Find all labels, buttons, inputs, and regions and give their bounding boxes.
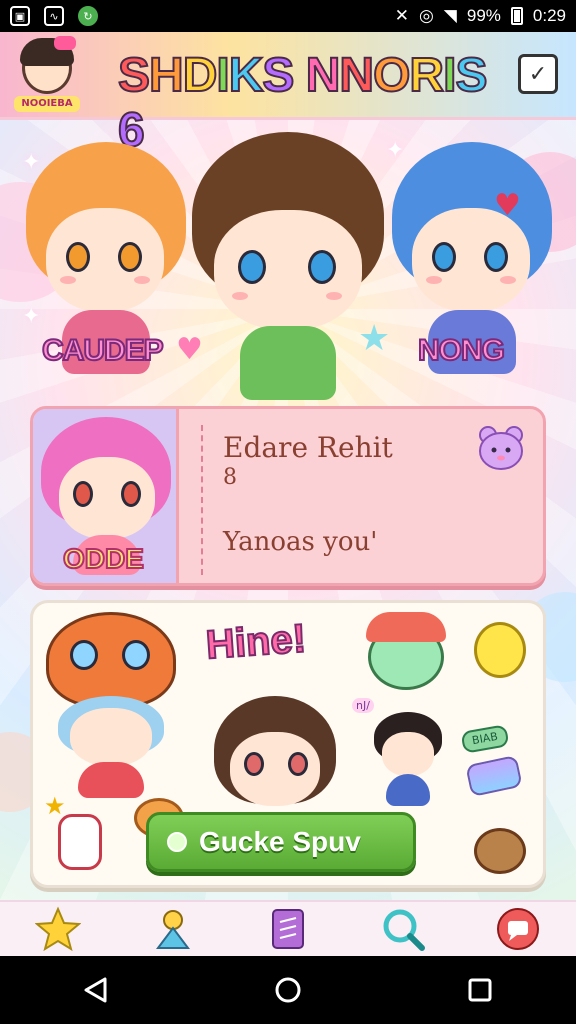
title-letter: N: [338, 48, 375, 103]
title-letter: O: [372, 48, 411, 103]
nav-chat[interactable]: [493, 904, 543, 954]
bear-sticker-icon: [479, 426, 523, 470]
title-letter: K: [228, 48, 265, 103]
nav-character[interactable]: [148, 904, 198, 954]
button-label: Gucke Spuv: [199, 826, 361, 857]
nav-notes[interactable]: [263, 904, 313, 954]
back-icon: [84, 977, 107, 1003]
sparkle-icon: ✦: [22, 304, 41, 329]
title-letter: N: [305, 48, 342, 103]
sync-icon: ↻: [78, 6, 98, 26]
logo-text: NOOIEBA: [14, 96, 80, 112]
star-icon: ★: [44, 792, 66, 820]
recents-icon: [468, 978, 492, 1002]
bottom-nav: [0, 900, 576, 956]
profile-card[interactable]: ODDE Edare Rehit 8 Yanoas you': [30, 406, 546, 586]
back-button[interactable]: [66, 960, 126, 1020]
sticker-speech-bubble: nJ/: [352, 698, 374, 713]
profile-number: 8: [223, 465, 237, 490]
nav-star[interactable]: [33, 904, 83, 954]
character-caudep[interactable]: CAUDEP: [18, 142, 194, 392]
checklist-icon: ✓: [528, 61, 548, 87]
app-header: NOOIEBA SHDIKS NNORIS6 ✓: [0, 32, 576, 158]
sparkle-icon: ✦: [386, 138, 405, 163]
profile-name: Edare Rehit: [223, 431, 393, 464]
title-letter: D: [182, 48, 219, 103]
mute-icon: ✕: [394, 6, 409, 25]
search-icon: [383, 909, 426, 951]
data-icon: ◎: [418, 6, 434, 25]
character-main[interactable]: [188, 132, 388, 422]
character-name: NONG: [417, 333, 506, 368]
heart-icon: ♥: [494, 188, 521, 223]
sticker-boy[interactable]: [372, 712, 444, 808]
character-name: CAUDEP: [41, 333, 165, 368]
nav-search[interactable]: [378, 904, 428, 954]
star-icon: ★: [358, 318, 391, 359]
app-screen: NOOIEBA SHDIKS NNORIS6 ✓ CAUDEP NONG ✦ ✦…: [0, 32, 576, 956]
wifi-icon: ◥: [443, 6, 457, 25]
recents-button[interactable]: [450, 960, 510, 1020]
divider: [201, 425, 203, 575]
gallery-icon: ▣: [10, 6, 30, 26]
home-button[interactable]: [258, 960, 318, 1020]
checklist-button[interactable]: ✓: [518, 54, 558, 94]
sticker-red-hair: [366, 612, 446, 642]
star-icon: [34, 906, 81, 952]
title-letter: I: [442, 48, 457, 103]
profile-message: Yanoas you': [223, 527, 378, 557]
title-letter: [293, 48, 305, 103]
chat-icon: [497, 908, 540, 950]
sticker-yellow-critter[interactable]: [474, 622, 526, 678]
sparkle-icon: ✦: [22, 150, 41, 175]
sticker-hime-text[interactable]: Hine!: [204, 616, 309, 669]
title-letter: H: [148, 48, 185, 103]
gucke-spuv-button[interactable]: Gucke Spuv: [146, 812, 416, 872]
heart-icon: ♥: [176, 332, 203, 367]
sticker-cat-hat-character[interactable]: [36, 612, 186, 802]
sticker-robot[interactable]: [58, 814, 102, 870]
sticker-girl[interactable]: [212, 696, 338, 816]
app-logo[interactable]: NOOIEBA: [14, 36, 80, 114]
notes-icon: [271, 909, 304, 949]
sticker-bear[interactable]: [474, 828, 526, 874]
battery-level: 99%: [466, 6, 501, 25]
button-dot-icon: [167, 832, 187, 852]
character-icon: [155, 910, 190, 949]
title-letter: S: [454, 48, 488, 103]
battery-icon: [510, 7, 523, 25]
system-nav-bar: [0, 956, 576, 1024]
profile-badge: ODDE: [62, 542, 145, 575]
status-bar: ▣ ∿ ↻ ✕ ◎ ◥ 99% 0:29: [0, 0, 576, 32]
home-icon: [275, 977, 301, 1003]
image-icon: ∿: [44, 6, 64, 26]
character-nong[interactable]: NONG: [384, 142, 560, 392]
title-letter: R: [408, 48, 445, 103]
profile-avatar-panel: ODDE: [33, 409, 179, 583]
title-letter: S: [117, 48, 151, 103]
title-letter: S: [261, 48, 295, 103]
title-letter: I: [215, 48, 230, 103]
clock: 0:29: [532, 6, 566, 25]
